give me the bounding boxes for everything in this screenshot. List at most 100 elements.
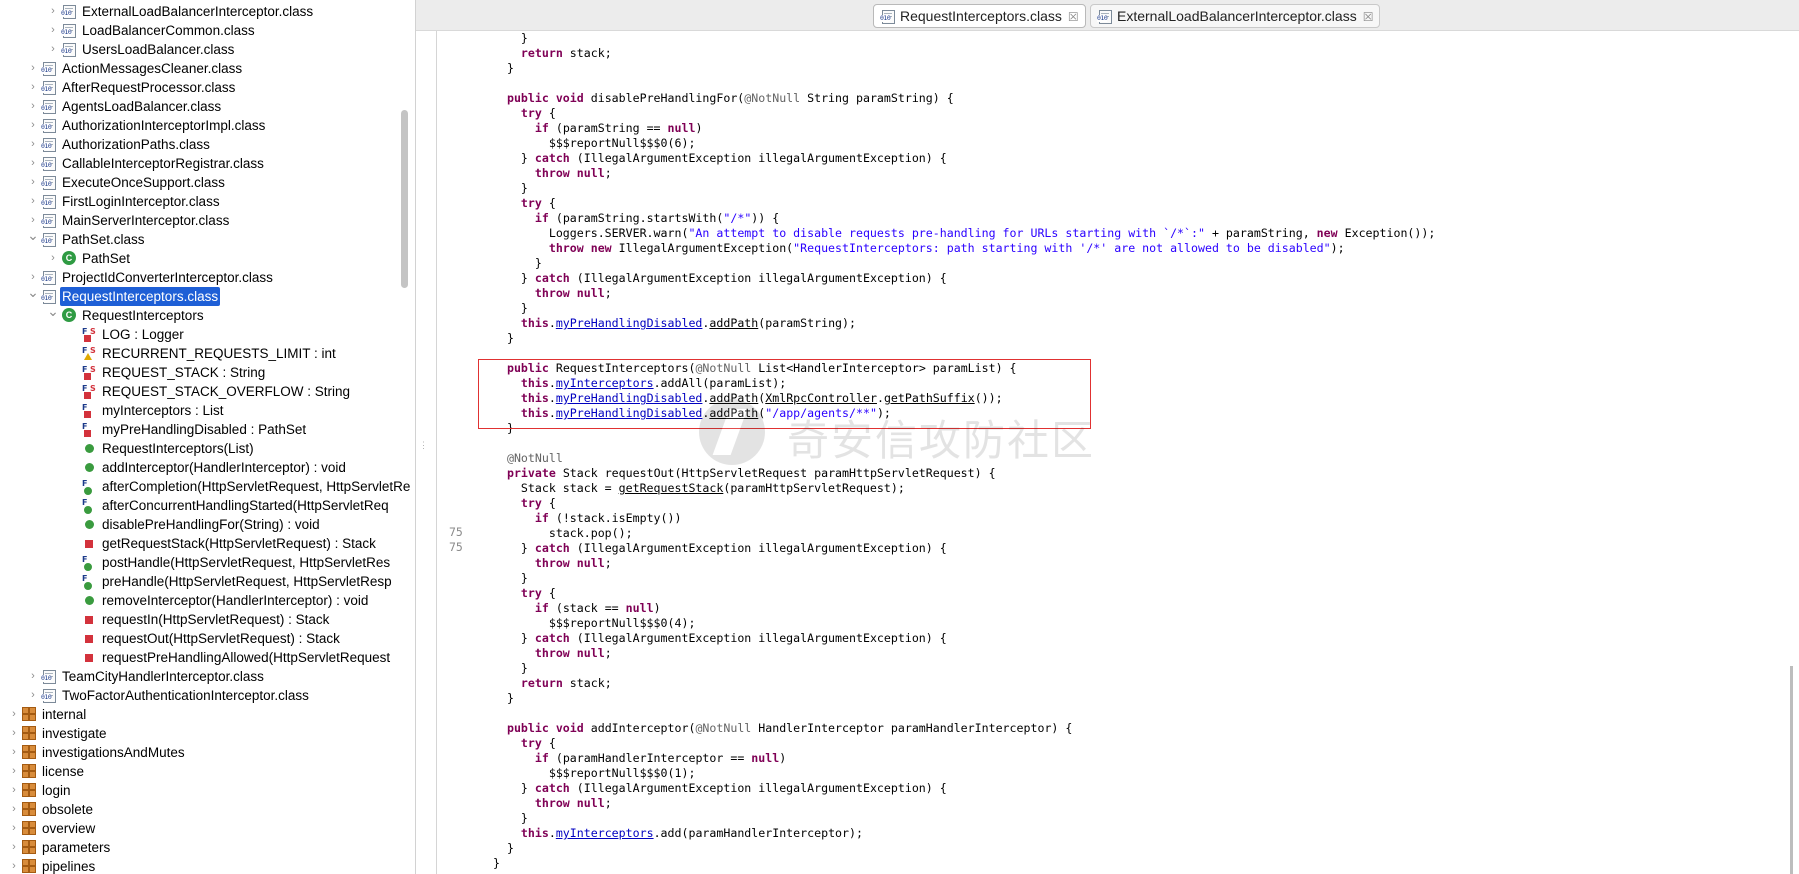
chevron-right-icon[interactable]: ›: [8, 705, 20, 724]
code-line[interactable]: throw new IllegalArgumentException("Requ…: [493, 241, 1345, 256]
code-line[interactable]: throw null;: [493, 646, 612, 661]
code-line[interactable]: return stack;: [493, 676, 612, 691]
class-file-icon: 010: [41, 669, 56, 684]
chevron-down-icon[interactable]: ⌄: [27, 283, 39, 302]
chevron-right-icon[interactable]: ›: [8, 857, 20, 874]
code-line[interactable]: return stack;: [493, 46, 612, 61]
code-line[interactable]: throw null;: [493, 166, 612, 181]
code-line[interactable]: try {: [493, 496, 556, 511]
code-line[interactable]: }: [493, 856, 500, 871]
code-line[interactable]: } catch (IllegalArgumentException illega…: [493, 271, 947, 286]
chevron-right-icon[interactable]: ›: [27, 97, 39, 116]
code-line[interactable]: @NotNull: [493, 451, 563, 466]
static-field-icon: FS: [82, 365, 98, 380]
chevron-right-icon[interactable]: ›: [27, 192, 39, 211]
chevron-right-icon[interactable]: ›: [27, 667, 39, 686]
code-line[interactable]: if (paramString.startsWith("/*")) {: [493, 211, 779, 226]
code-line[interactable]: } catch (IllegalArgumentException illega…: [493, 631, 947, 646]
chevron-down-icon[interactable]: ⌄: [47, 302, 59, 321]
chevron-right-icon[interactable]: ›: [47, 21, 59, 40]
chevron-right-icon[interactable]: ›: [8, 819, 20, 838]
chevron-right-icon[interactable]: ›: [27, 154, 39, 173]
close-icon[interactable]: ☒: [1068, 10, 1079, 24]
chevron-right-icon[interactable]: ›: [27, 116, 39, 135]
chevron-right-icon[interactable]: ›: [27, 135, 39, 154]
chevron-right-icon[interactable]: ›: [27, 78, 39, 97]
code-token: Stack stack =: [493, 481, 619, 495]
editor-scrollbar[interactable]: [1790, 666, 1793, 874]
code-line[interactable]: try {: [493, 196, 556, 211]
chevron-right-icon[interactable]: ›: [8, 762, 20, 781]
code-token: {: [541, 496, 556, 510]
chevron-right-icon[interactable]: ›: [47, 40, 59, 59]
code-line[interactable]: } catch (IllegalArgumentException illega…: [493, 151, 947, 166]
code-line[interactable]: this.myPreHandlingDisabled.addPath(param…: [493, 316, 856, 331]
explorer-scrollbar[interactable]: [401, 110, 408, 288]
code-line[interactable]: if (stack == null): [493, 601, 661, 616]
code-line[interactable]: }: [493, 841, 514, 856]
code-line[interactable]: }: [493, 571, 528, 586]
sash-handle[interactable]: ⋮: [419, 440, 428, 450]
code-line[interactable]: public void addInterceptor(@NotNull Hand…: [493, 721, 1072, 736]
code-line[interactable]: }: [493, 301, 528, 316]
chevron-right-icon[interactable]: ›: [8, 838, 20, 857]
class-file-icon: 010: [41, 137, 56, 152]
chevron-right-icon[interactable]: ›: [8, 800, 20, 819]
chevron-right-icon[interactable]: ›: [47, 2, 59, 21]
code-line[interactable]: public void disablePreHandlingFor(@NotNu…: [493, 91, 954, 106]
code-line[interactable]: }: [493, 181, 528, 196]
code-line[interactable]: try {: [493, 736, 556, 751]
code-token: if: [534, 121, 549, 135]
code-line[interactable]: }: [493, 661, 528, 676]
code-token: private: [506, 466, 556, 480]
code-token: stack.pop();: [493, 526, 633, 540]
close-icon[interactable]: ☒: [1363, 10, 1374, 24]
chevron-right-icon[interactable]: ›: [47, 249, 59, 268]
code-token: Loggers.SERVER.warn(: [493, 226, 689, 240]
code-line[interactable]: }: [493, 61, 514, 76]
code-token: @NotNull: [695, 721, 752, 735]
tree-item-label: getRequestStack(HttpServletRequest) : St…: [102, 536, 376, 551]
code-line[interactable]: $$$reportNull$$$0(4);: [493, 616, 696, 631]
tree-item-label: UsersLoadBalancer.class: [82, 42, 235, 57]
code-line[interactable]: throw null;: [493, 796, 612, 811]
code-line[interactable]: }: [493, 256, 542, 271]
code-line[interactable]: }: [493, 691, 514, 706]
chevron-right-icon[interactable]: ›: [27, 173, 39, 192]
code-line[interactable]: $$$reportNull$$$0(1);: [493, 766, 696, 781]
code-token: .add(paramHandlerInterceptor);: [653, 826, 863, 840]
code-line[interactable]: throw null;: [493, 556, 612, 571]
code-line[interactable]: }: [493, 811, 528, 826]
code-line[interactable]: throw null;: [493, 286, 612, 301]
chevron-right-icon[interactable]: ›: [8, 743, 20, 762]
code-line[interactable]: } catch (IllegalArgumentException illega…: [493, 781, 947, 796]
code-line[interactable]: try {: [493, 586, 556, 601]
chevron-down-icon[interactable]: ⌄: [27, 226, 39, 245]
code-line[interactable]: Loggers.SERVER.warn("An attempt to disab…: [493, 226, 1436, 241]
chevron-right-icon[interactable]: ›: [27, 686, 39, 705]
code-line[interactable]: this.myInterceptors.add(paramHandlerInte…: [493, 826, 863, 841]
code-line[interactable]: Stack stack = getRequestStack(paramHttpS…: [493, 481, 905, 496]
code-line[interactable]: } catch (IllegalArgumentException illega…: [493, 541, 947, 556]
package-icon: [22, 745, 36, 759]
code-line[interactable]: try {: [493, 106, 556, 121]
code-line[interactable]: if (paramString == null): [493, 121, 703, 136]
chevron-right-icon[interactable]: ›: [27, 59, 39, 78]
code-line[interactable]: $$$reportNull$$$0(6);: [493, 136, 696, 151]
code-line[interactable]: }: [493, 331, 514, 346]
tab-requestinterceptors[interactable]: 010 RequestInterceptors.class ☒: [873, 4, 1086, 28]
package-icon: [22, 821, 36, 835]
code-line[interactable]: if (paramHandlerInterceptor == null): [493, 751, 786, 766]
tab-externalloadbalancerinterceptor[interactable]: 010 ExternalLoadBalancerInterceptor.clas…: [1090, 4, 1381, 28]
code-line[interactable]: stack.pop();: [493, 526, 633, 541]
code-token: (IllegalArgumentException illegalArgumen…: [569, 271, 947, 285]
chevron-right-icon[interactable]: ›: [8, 724, 20, 743]
code-token: try: [520, 736, 542, 750]
code-editor[interactable]: 75 75 } return stack; } public void disa…: [436, 31, 1799, 874]
chevron-right-icon[interactable]: ›: [8, 781, 20, 800]
code-token: addInterceptor(: [583, 721, 696, 735]
code-line[interactable]: if (!stack.isEmpty()): [493, 511, 682, 526]
tree-item-label: AuthorizationPaths.class: [62, 137, 210, 152]
code-line[interactable]: }: [493, 31, 528, 46]
